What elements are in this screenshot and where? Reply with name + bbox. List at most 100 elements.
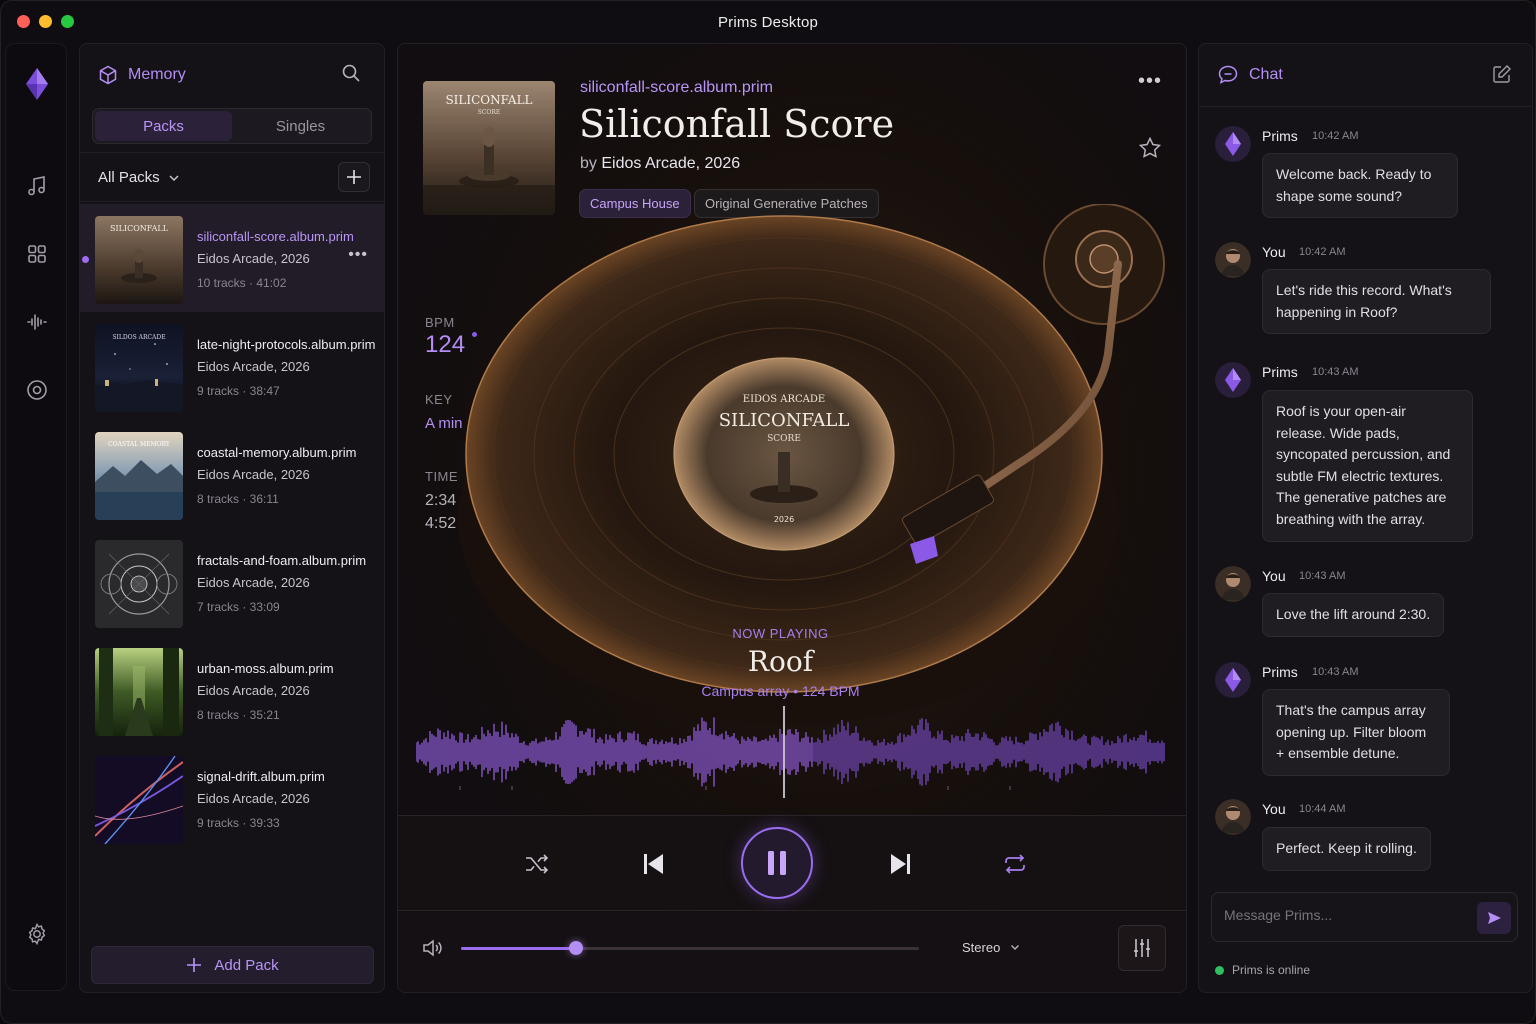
message-bubble: That's the campus array opening up. Filt… [1262,689,1450,776]
shuffle-icon [526,854,549,874]
search-icon[interactable] [340,62,364,86]
volume-fill [461,947,576,950]
record-label-sub: SCORE [767,434,801,444]
pack-name: siliconfall-score.album.prim [197,229,354,244]
target-icon[interactable] [25,378,49,402]
album-byline: by Eidos Arcade, 2026 [580,155,740,173]
pack-item[interactable]: signal-drift.album.prim Eidos Arcade, 20… [80,744,384,852]
chevron-down-icon [169,174,179,181]
next-button[interactable] [886,850,916,878]
message-time: 10:42 AM [1299,246,1346,258]
album-filename: siliconfall-score.album.prim [580,79,773,96]
output-mode-dropdown[interactable]: Stereo [962,940,1020,955]
user-avatar [1215,799,1251,835]
online-status: Prims is online [1215,963,1310,977]
pack-item[interactable]: COASTAL MEMORY coastal-memory.album.prim… [80,420,384,528]
message-author: Prims [1262,664,1298,680]
total-time: 4:52 [425,515,457,532]
tab-packs[interactable]: Packs [95,111,232,141]
pack-name: fractals-and-foam.album.prim [197,553,367,568]
volume-thumb[interactable] [568,941,583,955]
pack-item[interactable]: SILDOS ARCADE late-night-protocols.album… [80,312,384,420]
message-author: You [1262,244,1286,260]
elapsed-time: 2:34 [425,492,457,509]
add-pack-button[interactable]: Add Pack [91,946,374,984]
waveform-scrubber[interactable] [416,706,1166,798]
track-title: Roof [747,645,814,678]
pack-name: urban-moss.album.prim [197,661,334,676]
cube-icon [99,65,117,85]
repeat-icon [1005,854,1025,874]
pack-item[interactable]: fractals-and-foam.album.prim Eidos Arcad… [80,528,384,636]
message-input[interactable] [1224,907,1464,923]
prims-avatar [1215,362,1251,398]
send-icon [1488,912,1501,924]
pack-thumbnail: SILICONFALL [95,216,183,304]
album-cover: SILICONFALL SCORE [423,81,555,215]
shuffle-button[interactable] [522,850,552,878]
app-window: Prims Desktop Memory Packs Singles All P… [0,0,1536,1024]
chat-title: Chat [1249,66,1283,83]
volume-slider[interactable] [461,941,919,955]
prims-avatar [1215,662,1251,698]
pack-artist: Eidos Arcade, 2026 [197,575,310,590]
online-dot [1215,965,1224,975]
titlebar: Prims Desktop [1,1,1535,43]
waveform-icon[interactable] [25,310,49,334]
zoom-window-button[interactable] [61,15,74,28]
selected-indicator [82,256,89,263]
pack-thumbnail [95,756,183,844]
plus-icon [347,170,361,184]
thumb-title: SILDOS ARCADE [112,334,165,341]
record-label-year: 2026 [774,515,794,524]
message-time: 10:42 AM [1312,130,1359,142]
bpm-value: 124 [425,331,466,358]
message-author: Prims [1262,364,1298,380]
pack-meta: 7 tracks · 33:09 [197,600,280,614]
online-status-text: Prims is online [1232,963,1311,977]
gear-icon[interactable] [25,922,49,946]
close-window-button[interactable] [17,15,30,28]
pack-meta: 10 tracks · 41:02 [197,276,287,290]
more-options-icon[interactable]: ••• [348,246,368,264]
album-title: Siliconfall Score [579,102,895,146]
output-bar: Stereo [398,912,1186,992]
more-options-icon[interactable]: ••• [1138,70,1162,93]
pack-type-toggle: Packs Singles [92,108,372,144]
volume-icon[interactable] [422,938,444,963]
window-title: Prims Desktop [717,13,819,31]
pack-artist: Eidos Arcade, 2026 [197,791,310,806]
message-bubble: Perfect. Keep it rolling. [1262,827,1431,871]
pack-name: signal-drift.album.prim [197,769,325,784]
star-icon[interactable] [1138,136,1162,160]
player-panel: SILICONFALL SCORE siliconfall-score.album… [397,43,1187,993]
grid-icon[interactable] [25,242,49,266]
pack-name: late-night-protocols.album.prim [197,337,376,352]
previous-button[interactable] [638,850,668,878]
music-note-icon[interactable] [25,174,49,198]
all-packs-dropdown[interactable]: All Packs [98,169,180,186]
record-label-title: SILICONFALL [719,410,850,431]
prims-logo-icon[interactable] [25,68,49,100]
mixer-button[interactable] [1118,925,1166,971]
skip-back-icon [644,854,663,874]
pack-item[interactable]: urban-moss.album.prim Eidos Arcade, 2026… [80,636,384,744]
key-label: KEY [425,392,453,407]
window-controls [17,15,74,28]
record-label-top: EIDOS ARCADE [743,394,825,405]
add-pack-small-button[interactable] [338,162,370,192]
pack-item[interactable]: SILICONFALL siliconfall-score.album.prim… [80,204,384,312]
pack-thumbnail [95,540,183,628]
add-pack-label: Add Pack [214,956,279,974]
thumb-title: COASTAL MEMORY [108,441,171,448]
repeat-button[interactable] [1000,850,1030,878]
new-chat-icon[interactable] [1492,64,1512,84]
minimize-window-button[interactable] [39,15,52,28]
send-button[interactable] [1477,902,1511,934]
sliders-icon [1134,939,1150,957]
waveform-bars [416,717,1165,787]
chat-divider [1199,106,1532,107]
tab-singles[interactable]: Singles [232,111,369,141]
play-pause-button[interactable] [741,827,813,899]
chat-panel: Chat Prims 10:42 AM Welcome back. Ready … [1198,43,1533,993]
